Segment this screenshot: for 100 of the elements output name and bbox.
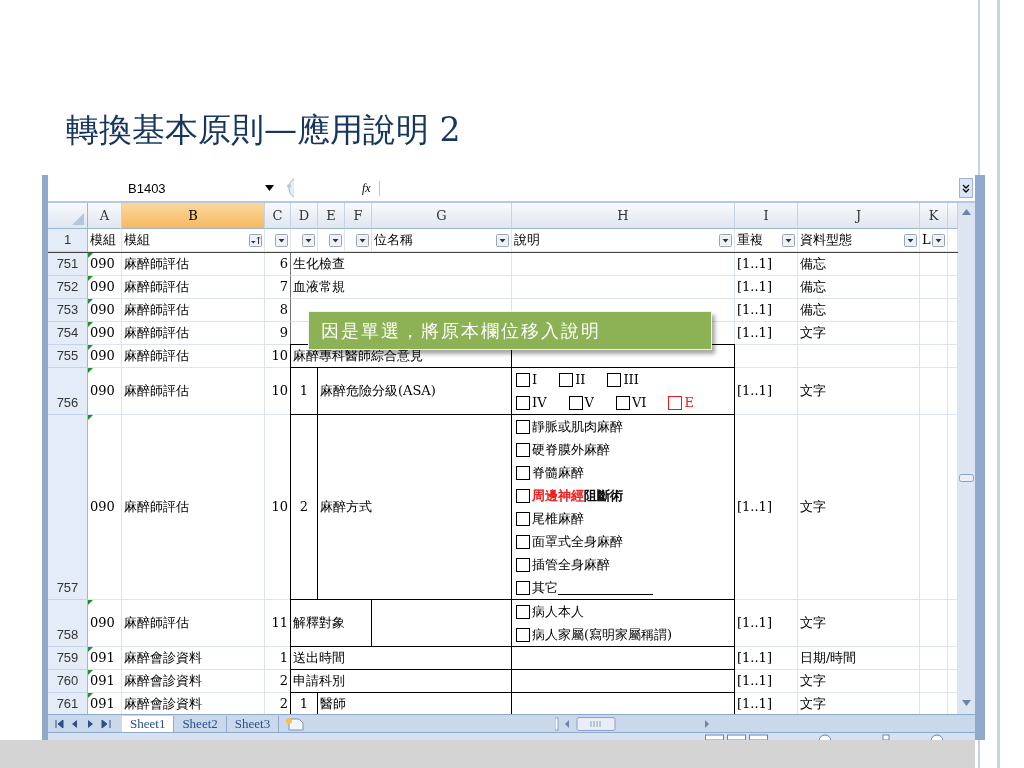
column-header[interactable]: H xyxy=(512,203,735,229)
header-text: L xyxy=(922,231,931,249)
column-header[interactable]: E xyxy=(318,203,345,229)
filter-button[interactable] xyxy=(329,233,342,247)
table-cell: 090 xyxy=(88,415,122,600)
empty-cell xyxy=(920,368,948,415)
filter-button[interactable] xyxy=(302,233,315,247)
column-header[interactable]: I xyxy=(735,203,798,229)
empty-cell xyxy=(920,322,948,345)
table-cell: [1..1] xyxy=(735,647,798,670)
empty-cell xyxy=(920,600,948,647)
column-header[interactable]: J xyxy=(798,203,920,229)
option-text: 插管全身麻醉 xyxy=(532,555,610,574)
table-cell: 文字 xyxy=(798,600,920,647)
filter-button[interactable] xyxy=(275,233,288,247)
scroll-up-icon[interactable] xyxy=(962,209,971,215)
table-cell: 9 xyxy=(265,322,291,345)
scroll-thumb[interactable] xyxy=(959,473,974,482)
table-cell: 10 xyxy=(265,415,291,600)
option-text: 脊髓麻醉 xyxy=(532,463,584,482)
table-cell: 1 xyxy=(265,647,291,670)
row-number[interactable]: 757 xyxy=(48,415,88,600)
option-text: V xyxy=(584,393,594,412)
option-text: IV xyxy=(532,393,547,412)
table-cell: [1..1] xyxy=(735,322,798,345)
row-number[interactable]: 1 xyxy=(48,229,88,252)
filter-button[interactable] xyxy=(356,233,369,247)
table-cell: 麻醉會診資料 xyxy=(122,647,265,670)
filter-button[interactable] xyxy=(496,233,509,247)
table-cell: 091 xyxy=(88,647,122,670)
table-cell: 麻醉師評估 xyxy=(122,299,265,322)
table-cell: 090 xyxy=(88,600,122,647)
row-number[interactable]: 751 xyxy=(48,253,88,276)
table-cell: 麻醉會診資料 xyxy=(122,670,265,693)
table-cell: 090 xyxy=(88,276,122,299)
row-number[interactable]: 759 xyxy=(48,647,88,670)
table-cell: 麻醉師評估 xyxy=(122,368,265,415)
table-cell: 091 xyxy=(88,670,122,693)
row-number[interactable]: 753 xyxy=(48,299,88,322)
row-number[interactable]: 761 xyxy=(48,693,88,714)
table-cell: [1..1] xyxy=(735,600,798,647)
table-cell: 2 xyxy=(265,670,291,693)
header-text: 模組 xyxy=(124,231,150,249)
table-cell: 備忘 xyxy=(798,276,920,299)
scroll-down-icon[interactable] xyxy=(962,700,971,706)
sort-filter-button[interactable] xyxy=(249,233,262,247)
sheet-tab[interactable]: Sheet1 xyxy=(122,715,175,732)
column-header[interactable]: F xyxy=(345,203,372,229)
option-text: E xyxy=(684,393,694,412)
header-text: 位名稱 xyxy=(374,231,413,249)
table-cell: 文字 xyxy=(798,670,920,693)
function-button[interactable]: fx xyxy=(354,180,380,196)
table-cell: [1..1] xyxy=(735,253,798,276)
empty-cell xyxy=(920,670,948,693)
row-number[interactable]: 758 xyxy=(48,600,88,647)
table-cell: [1..1] xyxy=(735,415,798,600)
filter-button[interactable] xyxy=(782,233,795,247)
option-text: 面罩式全身麻醉 xyxy=(532,532,623,551)
table-cell: 麻醉師評估 xyxy=(122,253,265,276)
table-cell: 備忘 xyxy=(798,299,920,322)
row-number[interactable]: 756 xyxy=(48,368,88,415)
option-text: III xyxy=(623,370,639,389)
table-cell: 文字 xyxy=(798,322,920,345)
column-header[interactable]: B xyxy=(122,203,265,229)
table-cell: 麻醉師評估 xyxy=(122,415,265,600)
table-cell: 090 xyxy=(88,253,122,276)
row-number[interactable]: 754 xyxy=(48,322,88,345)
dropdown-arrow-icon[interactable] xyxy=(265,185,274,191)
empty-cell xyxy=(920,299,948,322)
view-controls-icon[interactable] xyxy=(705,733,945,740)
sheet-tab[interactable]: Sheet3 xyxy=(226,715,280,732)
expand-button-icon[interactable] xyxy=(959,178,973,198)
filter-button[interactable] xyxy=(904,233,917,247)
table-cell: 090 xyxy=(88,322,122,345)
table-cell: 090 xyxy=(88,299,122,322)
column-header[interactable]: K xyxy=(920,203,948,229)
filter-button[interactable] xyxy=(719,233,732,247)
row-number[interactable]: 760 xyxy=(48,670,88,693)
column-header[interactable]: D xyxy=(291,203,318,229)
option-text: 周邊神經阻斷術 xyxy=(532,486,623,505)
column-header[interactable]: G xyxy=(372,203,512,229)
sheet-tab[interactable]: Sheet2 xyxy=(174,715,227,732)
option-text: VI xyxy=(631,393,647,412)
option-text: 病人家屬(寫明家屬稱謂) xyxy=(532,625,673,644)
option-text: 硬脊膜外麻醉 xyxy=(532,440,610,459)
table-cell: [1..1] xyxy=(735,368,798,415)
row-number[interactable]: 755 xyxy=(48,345,88,368)
row-number[interactable]: 752 xyxy=(48,276,88,299)
table-cell: 日期/時間 xyxy=(798,647,920,670)
column-header[interactable]: C xyxy=(265,203,291,229)
table-cell: 10 xyxy=(265,368,291,415)
header-text: 資料型態 xyxy=(800,231,852,249)
vertical-scrollbar[interactable] xyxy=(958,203,975,714)
filter-button[interactable] xyxy=(932,233,945,247)
header-text: 模組 xyxy=(90,231,116,249)
table-cell: 麻醉師評估 xyxy=(122,276,265,299)
header-text: 重複 xyxy=(737,231,763,249)
slide-title: 轉換基本原則—應用說明 2 xyxy=(66,109,462,151)
name-box[interactable]: B1403 xyxy=(48,176,262,200)
table-cell: 090 xyxy=(88,345,122,368)
